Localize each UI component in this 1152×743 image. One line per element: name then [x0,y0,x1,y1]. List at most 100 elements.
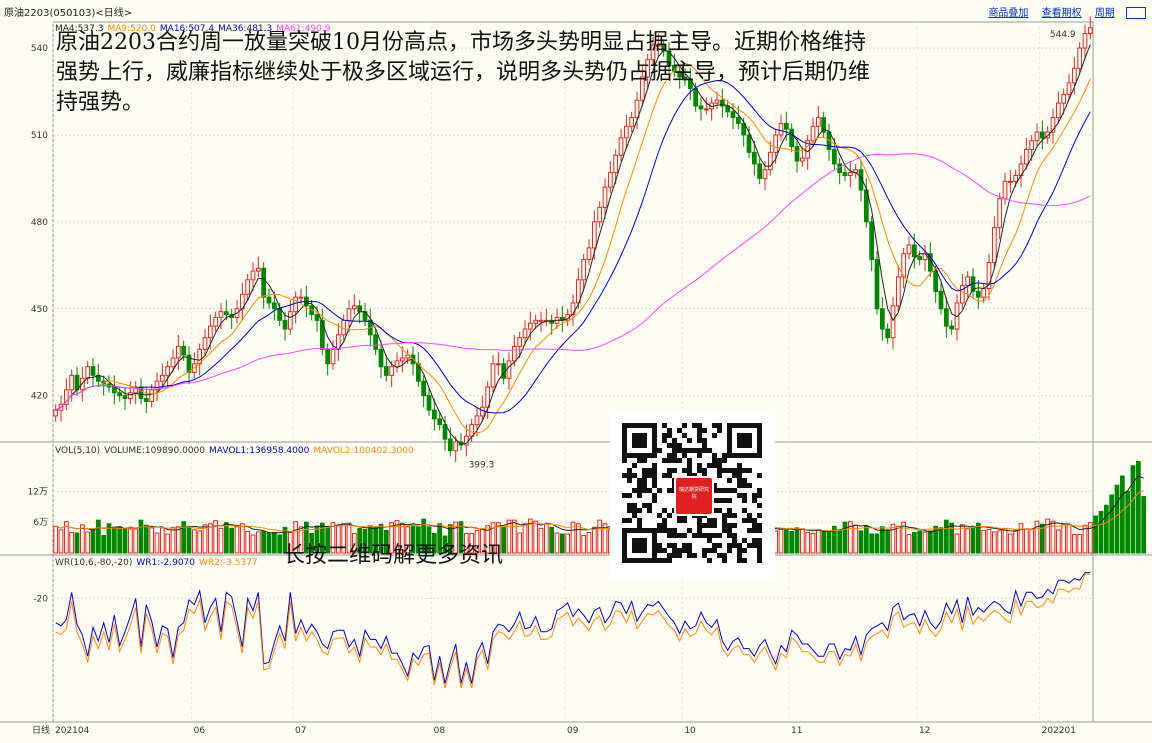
volume-bar [885,529,891,554]
candle-body [1039,131,1045,139]
qr-module [642,483,647,488]
qr-module [727,528,732,533]
volume-legend: VOL(5,10) VOLUME:109890.0000 MAVOL1:136958… [55,446,418,456]
volume-bar [245,530,251,554]
qr-module [682,468,687,473]
qr-module [742,538,747,543]
volume-bar [778,528,784,554]
qr-module [732,513,737,518]
volume-bar [277,534,283,554]
qr-module [702,443,707,448]
qr-finder [737,433,752,448]
candle-body [757,163,763,179]
candle-body [165,366,171,376]
candle-body [175,345,181,359]
volume-bar [997,530,1003,554]
time-tick-label: 12 [919,726,930,736]
volume-bar [250,534,256,554]
ma16-line [55,79,1091,414]
candle-body [778,122,784,136]
qr-module [727,498,732,503]
volume-bar [149,527,155,554]
qr-code[interactable]: 瑞达期货研究院 [610,410,775,578]
candle-body [613,154,619,174]
qr-module [722,528,727,533]
volume-bar [218,527,224,554]
qr-module [627,478,632,483]
qr-module [677,533,682,538]
qr-module [732,468,737,473]
candle-body [479,406,485,417]
candle-body [213,316,219,327]
qr-module [652,473,657,478]
volume-bar [159,527,165,554]
candle-body [831,148,837,165]
qr-module [677,553,682,558]
time-tick-label: 08 [434,726,446,736]
qr-module [697,453,702,458]
volume-bar [1002,527,1008,554]
qr-module [672,443,677,448]
candle-body [330,348,336,365]
qr-module [672,548,677,553]
candle-body [293,296,299,313]
qr-module [747,483,752,488]
qr-module [757,523,762,528]
qr-module [737,463,742,468]
qr-module [752,523,757,528]
qr-module [732,543,737,548]
volume-bar [143,524,149,554]
volume-bar [591,526,597,554]
qr-module [757,513,762,518]
qr-module [707,558,712,563]
volume-bar [575,523,581,554]
candle-body [538,319,544,322]
candle-body [181,345,187,356]
qr-module [712,523,717,528]
candle-body [1007,180,1013,183]
candle-body [991,227,997,263]
qr-module [622,473,627,478]
qr-module [717,468,722,473]
candle-body [511,345,517,362]
qr-module [667,433,672,438]
qr-module [742,483,747,488]
qr-logo: 瑞达期货研究院 [674,476,714,516]
qr-module [702,428,707,433]
qr-module [747,513,752,518]
candle-body [597,206,603,223]
time-tick-label: 10 [684,726,696,736]
candle-body [394,360,400,368]
volume-bar [837,529,843,554]
qr-module [632,488,637,493]
qr-module [757,558,762,563]
qr-module [727,533,732,538]
candle-body [325,348,331,365]
qr-module [697,428,702,433]
candle-body [981,287,987,298]
candle-body [810,125,816,142]
candle-body [506,360,512,379]
volume-bar [229,527,235,554]
vol_legend-item: MAVOL2:100402.3000 [313,446,414,456]
volume-bar [1071,534,1077,554]
qr-module [697,448,702,453]
candle-body [522,328,528,339]
price-annotation: 399.3 [469,461,495,471]
volume-bar [565,533,571,554]
time-tick-label: 11 [791,726,802,736]
qr-module [657,513,662,518]
qr-module [717,428,722,433]
volume-bar [506,519,512,554]
qr-module [757,553,762,558]
qr-module [692,533,697,538]
qr-module [662,523,667,528]
volume-bar [938,527,944,554]
candle-body [255,267,261,272]
qr-module [727,513,732,518]
qr-module [652,478,657,483]
qr-module [707,448,712,453]
volume-bar [1119,475,1125,554]
qr-module [732,488,737,493]
qr-module [697,523,702,528]
